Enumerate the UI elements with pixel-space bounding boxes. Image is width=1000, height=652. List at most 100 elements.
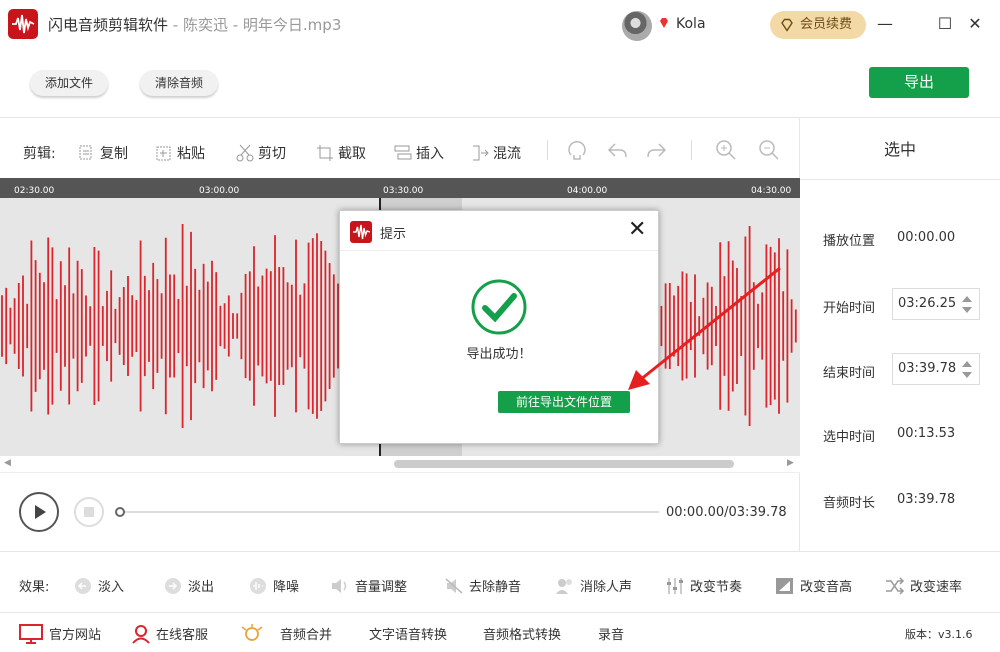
start-time-input[interactable]: 03:26.25 (892, 288, 980, 320)
playback-progress[interactable] (116, 511, 659, 513)
scrollbar-thumb[interactable] (394, 460, 734, 468)
paste-button[interactable]: 粘贴 (155, 143, 205, 163)
denoise-icon (250, 578, 266, 594)
divider (547, 140, 548, 160)
app-logo-icon (8, 9, 38, 39)
increment-icon[interactable] (962, 361, 972, 367)
stop-button[interactable] (74, 497, 104, 527)
selection-panel (799, 118, 1000, 551)
tempo-icon (667, 578, 683, 594)
mute-icon (445, 578, 463, 594)
window-title: 闪电音频剪辑软件 - 陈奕迅 - 明年今日.mp3 (48, 16, 342, 34)
vocals-icon (556, 579, 572, 594)
trim-button[interactable]: 截取 (316, 143, 366, 163)
mix-icon (473, 145, 489, 161)
shuffle-icon (886, 577, 905, 595)
redo-icon[interactable] (646, 139, 668, 161)
loop-icon[interactable] (566, 139, 588, 161)
ruler-tick: 02:30.00 (14, 186, 55, 196)
audio-convert-link[interactable]: 音频格式转换 (483, 624, 561, 643)
change-pitch-button[interactable]: 改变音高 (775, 576, 852, 595)
change-speed-button[interactable]: 改变速率 (885, 576, 962, 595)
paste-icon (156, 146, 171, 161)
fade-out-icon (165, 578, 181, 594)
bulb-icon (241, 624, 263, 641)
divider (691, 140, 692, 160)
volume-icon (332, 579, 347, 593)
ruler-tick: 03:00.00 (199, 186, 240, 196)
success-check-icon (471, 279, 527, 335)
zoom-in-icon[interactable] (715, 139, 737, 161)
end-time-input[interactable]: 03:39.78 (892, 353, 980, 385)
vip-renew-label: 会员续费 (800, 17, 853, 32)
audio-merge-link[interactable]: 音频合并 (240, 624, 332, 644)
effects-label: 效果: (19, 580, 50, 595)
avatar[interactable] (622, 11, 652, 41)
fade-out-button[interactable]: 淡出 (163, 576, 214, 595)
version-label: 版本：v3.1.6 (905, 628, 973, 641)
insert-icon (394, 145, 412, 160)
monitor-icon (19, 624, 43, 644)
scissors-icon (236, 144, 254, 162)
close-button[interactable]: ✕ (965, 14, 985, 34)
ruler-tick: 03:30.00 (383, 186, 424, 196)
username[interactable]: Kola (676, 16, 706, 32)
start-time-label: 开始时间 (823, 301, 876, 316)
undo-icon[interactable] (606, 139, 628, 161)
stop-icon (84, 507, 94, 517)
play-button[interactable] (19, 492, 59, 532)
diamond-icon (781, 18, 793, 32)
audio-duration-label: 音频时长 (823, 496, 876, 511)
ruler-tick: 04:00.00 (567, 186, 608, 196)
audio-duration-value: 03:39.78 (897, 492, 956, 507)
clear-audio-button[interactable]: 清除音频 (140, 70, 218, 96)
change-tempo-button[interactable]: 改变节奏 (665, 576, 742, 595)
play-icon (35, 505, 46, 519)
increment-icon[interactable] (962, 296, 972, 302)
pitch-icon (776, 578, 793, 594)
decrement-icon[interactable] (962, 307, 972, 313)
add-file-button[interactable]: 添加文件 (30, 70, 108, 96)
app-logo-icon (350, 221, 372, 243)
text-to-speech-link[interactable]: 文字语音转换 (369, 624, 447, 643)
user-icon (132, 625, 150, 644)
annotation-arrow (628, 266, 781, 390)
diamond-icon (660, 18, 668, 28)
progress-handle[interactable] (115, 507, 125, 517)
volume-adjust-button[interactable]: 音量调整 (330, 576, 407, 595)
dialog-message: 导出成功！ (466, 347, 532, 362)
end-time-label: 结束时间 (823, 366, 876, 381)
selected-duration-label: 选中时间 (823, 430, 876, 445)
copy-icon (79, 145, 92, 160)
playback-time: 00:00.00/03:39.78 (666, 505, 787, 520)
minimize-button[interactable]: — (875, 14, 895, 34)
remove-vocals-button[interactable]: 消除人声 (555, 576, 632, 595)
edit-label: 剪辑: (23, 146, 56, 162)
dialog-title: 提示 (380, 227, 407, 242)
mix-button[interactable]: 混流 (471, 143, 521, 163)
copy-button[interactable]: 复制 (78, 143, 128, 163)
play-position-label: 播放位置 (823, 234, 876, 249)
insert-button[interactable]: 插入 (394, 143, 444, 163)
scroll-left-icon[interactable]: ◀ (4, 458, 11, 468)
maximize-button[interactable]: ☐ (935, 14, 955, 34)
export-success-dialog: 提示 ✕ 导出成功！ 前往导出文件位置 (339, 210, 659, 444)
vip-renew-button[interactable]: 会员续费 (770, 11, 866, 39)
decrement-icon[interactable] (962, 372, 972, 378)
selected-duration-value: 00:13.53 (897, 426, 956, 441)
denoise-button[interactable]: 降噪 (248, 576, 299, 595)
official-site-link[interactable]: 官方网站 (19, 624, 101, 644)
fade-in-icon (75, 578, 91, 594)
dialog-close-icon[interactable]: ✕ (628, 217, 646, 242)
fade-in-button[interactable]: 淡入 (73, 576, 124, 595)
scroll-right-icon[interactable]: ▶ (787, 458, 794, 468)
ruler-tick: 04:30.00 (751, 186, 792, 196)
record-link[interactable]: 录音 (598, 624, 624, 643)
cut-button[interactable]: 剪切 (236, 143, 286, 163)
remove-silence-button[interactable]: 去除静音 (444, 576, 521, 595)
crop-icon (317, 145, 333, 161)
export-button[interactable]: 导出 (869, 67, 969, 98)
online-support-link[interactable]: 在线客服 (131, 624, 208, 644)
open-export-location-button[interactable]: 前往导出文件位置 (498, 391, 630, 413)
zoom-out-icon[interactable] (758, 139, 780, 161)
